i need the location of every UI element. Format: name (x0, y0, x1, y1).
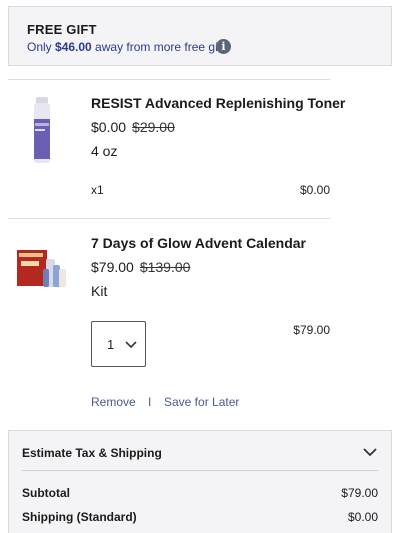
line-total: $0.00 (299, 183, 330, 197)
original-price: $29.00 (132, 119, 175, 135)
estimate-tax-shipping-toggle[interactable]: Estimate Tax & Shipping (22, 446, 162, 460)
toner-bottle-image[interactable] (28, 97, 56, 168)
original-price: $139.00 (139, 259, 191, 275)
chevron-down-icon[interactable] (363, 448, 377, 457)
free-gift-amount: $46.00 (55, 40, 92, 54)
quantity-label: x1 (91, 183, 104, 197)
shipping-label: Shipping (Standard) (22, 510, 137, 524)
order-summary: Estimate Tax & Shipping Subtotal $79.00 … (8, 430, 392, 533)
subtotal-value: $79.00 (341, 486, 378, 500)
remove-link[interactable]: Remove (91, 395, 136, 409)
product-price: $0.00 $29.00 (91, 119, 175, 135)
info-icon[interactable]: i (216, 39, 231, 54)
link-separator: I (148, 395, 152, 409)
product-name[interactable]: RESIST Advanced Replenishing Toner (91, 95, 345, 111)
chevron-down-icon (125, 341, 137, 349)
line-total: $79.00 (293, 323, 330, 337)
quantity-select[interactable]: 1 (91, 321, 146, 367)
product-price: $79.00 $139.00 (91, 259, 191, 275)
divider (8, 79, 330, 80)
quantity-value: 1 (107, 337, 115, 352)
free-gift-title: FREE GIFT (27, 22, 97, 37)
product-variant: 4 oz (91, 143, 118, 159)
advent-calendar-image[interactable] (16, 245, 68, 296)
product-name[interactable]: 7 Days of Glow Advent Calendar (91, 235, 306, 251)
shipping-value: $0.00 (347, 510, 378, 524)
subtotal-label: Subtotal (22, 486, 70, 500)
save-for-later-link[interactable]: Save for Later (164, 395, 239, 409)
divider (22, 470, 378, 471)
product-variant: Kit (91, 283, 108, 299)
free-gift-banner: FREE GIFT Only $46.00 away from more fre… (8, 6, 392, 66)
divider (8, 218, 330, 219)
free-gift-message: Only $46.00 away from more free gifts (27, 40, 231, 54)
